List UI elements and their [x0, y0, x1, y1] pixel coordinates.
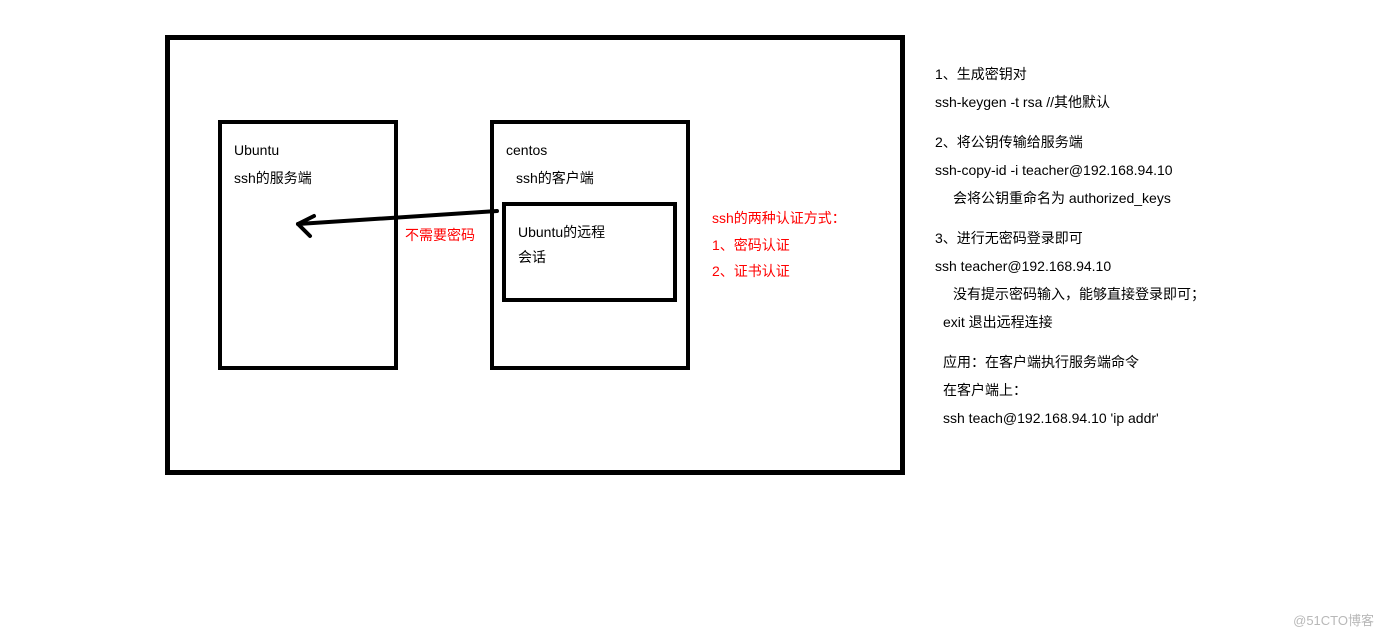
ubuntu-title: Ubuntu — [234, 136, 382, 164]
step3-title: 3、进行无密码登录即可 — [935, 224, 1275, 252]
auth-methods-block: ssh的两种认证方式： 1、密码认证 2、证书认证 — [712, 205, 846, 285]
step3-cmd: ssh teacher@192.168.94.10 — [935, 252, 1275, 280]
step2-title: 2、将公钥传输给服务端 — [935, 128, 1275, 156]
centos-title: centos — [506, 136, 674, 164]
step3-exit: exit 退出远程连接 — [935, 308, 1275, 336]
centos-role: ssh的客户端 — [506, 164, 674, 192]
session-line1: Ubuntu的远程 — [518, 220, 661, 245]
auth-item2: 2、证书认证 — [712, 258, 846, 285]
step1-cmd: ssh-keygen -t rsa //其他默认 — [935, 88, 1275, 116]
step3-note: 没有提示密码输入，能够直接登录即可； — [935, 280, 1275, 308]
step2-cmd: ssh-copy-id -i teacher@192.168.94.10 — [935, 156, 1275, 184]
app-where: 在客户端上： — [935, 376, 1275, 404]
auth-heading: ssh的两种认证方式： — [712, 205, 846, 232]
auth-item1: 1、密码认证 — [712, 232, 846, 259]
step2-note: 会将公钥重命名为 authorized_keys — [935, 184, 1275, 212]
ubuntu-server-box: Ubuntu ssh的服务端 — [218, 120, 398, 370]
ubuntu-role: ssh的服务端 — [234, 164, 382, 192]
session-line2: 会话 — [518, 245, 661, 270]
app-cmd: ssh teach@192.168.94.10 'ip addr' — [935, 404, 1275, 432]
remote-session-box: Ubuntu的远程 会话 — [502, 202, 677, 302]
instructions-column: 1、生成密钥对 ssh-keygen -t rsa //其他默认 2、将公钥传输… — [935, 60, 1275, 444]
step1-title: 1、生成密钥对 — [935, 60, 1275, 88]
app-title: 应用：在客户端执行服务端命令 — [935, 348, 1275, 376]
no-password-label: 不需要密码 — [403, 225, 477, 245]
watermark: @51CTO博客 — [1293, 610, 1374, 629]
